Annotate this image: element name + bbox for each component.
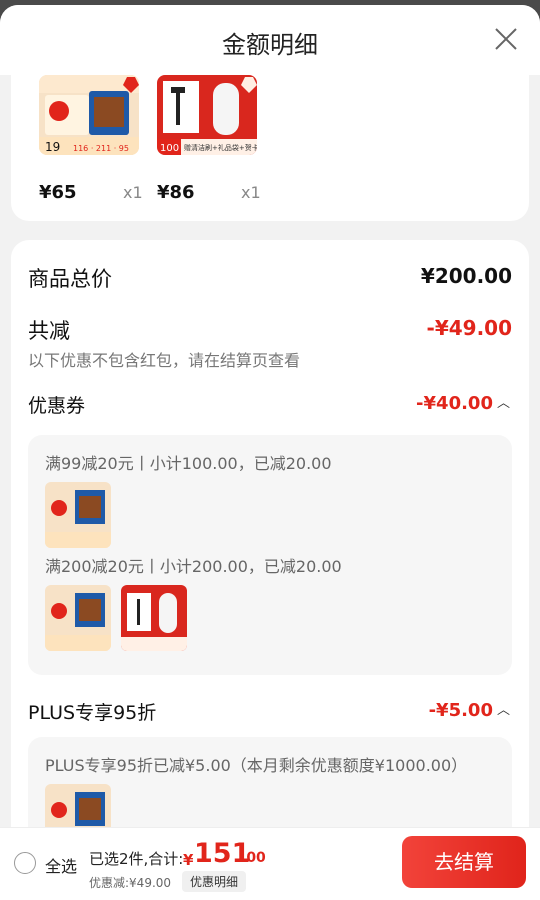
total-discount-label: 共减 (28, 319, 70, 343)
goods-total-value: ¥200.00 (420, 264, 512, 288)
discount-detail-button[interactable]: 优惠明细 (182, 871, 247, 892)
discount-summary: 优惠减:¥49.00 (89, 876, 172, 890)
sheet-header: 金额明细 (0, 5, 540, 75)
select-all-label[interactable]: 全选 (45, 853, 77, 877)
coupon-2-product-thumbnail-1 (45, 585, 111, 651)
amount-detail-sheet: 金额明细 19 116 · 211 · 95 100 赠清洁刷+礼品袋+贺卡 ¥… (0, 5, 540, 900)
thumb-1-price: 19 (45, 140, 60, 154)
thumb-1-tag: 116 · 211 · 95 (73, 144, 129, 153)
amount-breakdown-card: 商品总价 ¥200.00 共减 -¥49.00 以下优惠不包含红包，请在结算页查… (11, 240, 529, 860)
item-2-price: ¥86 (157, 182, 195, 203)
coupon-line-2: 满200减20元丨小计200.00，已减20.00 (45, 557, 342, 576)
coupon-1-product-thumbnail (45, 482, 111, 548)
coupon-2-product-thumbnail-2 (121, 585, 187, 651)
item-2-qty: x1 (241, 183, 261, 202)
sheet-title: 金额明细 (222, 31, 318, 59)
caret-up-icon: ︿ (496, 703, 510, 718)
selected-summary: 已选2件,合计: (89, 850, 184, 868)
item-1-price: ¥65 (39, 182, 77, 203)
discount-note: 以下优惠不包含红包，请在结算页查看 (28, 351, 301, 370)
product-thumbnail-2[interactable]: 100 赠清洁刷+礼品袋+贺卡 (157, 75, 257, 155)
close-icon[interactable] (492, 25, 520, 53)
plus-value: -¥5.00 (428, 700, 493, 721)
total-currency: ¥ (183, 851, 194, 869)
coupon-label: 优惠券 (28, 395, 86, 417)
coupon-toggle[interactable]: -¥40.00 ︿ (416, 393, 510, 414)
coupon-detail-panel: 满99减20元丨小计100.00，已减20.00 满200减20元丨小计200.… (28, 435, 512, 675)
goods-total-label: 商品总价 (28, 267, 112, 291)
coupon-value: -¥40.00 (416, 393, 493, 414)
total-amount-decimal: .00 (241, 850, 266, 866)
caret-up-icon: ︿ (496, 396, 510, 411)
product-thumbnail-1[interactable]: 19 116 · 211 · 95 (39, 75, 139, 155)
product-list-card: 19 116 · 211 · 95 100 赠清洁刷+礼品袋+贺卡 ¥65 x1… (11, 75, 529, 221)
select-all-radio-icon[interactable] (14, 852, 36, 874)
checkout-bar: 全选 已选2件,合计: ¥ 151 .00 优惠减:¥49.00 优惠明细 去结… (0, 827, 540, 900)
plus-toggle[interactable]: -¥5.00 ︿ (429, 700, 510, 721)
plus-label: PLUS专享95折 (28, 702, 157, 724)
thumb-2-price: 100 (160, 143, 179, 154)
checkout-button[interactable]: 去结算 (402, 836, 526, 888)
total-discount-value: -¥49.00 (426, 316, 512, 340)
item-1-qty: x1 (123, 183, 143, 202)
coupon-line-1: 满99减20元丨小计100.00，已减20.00 (45, 454, 332, 473)
thumb-2-tag: 赠清洁刷+礼品袋+贺卡 (184, 143, 257, 152)
plus-line: PLUS专享95折已减¥5.00（本月剩余优惠额度¥1000.00） (45, 756, 468, 775)
